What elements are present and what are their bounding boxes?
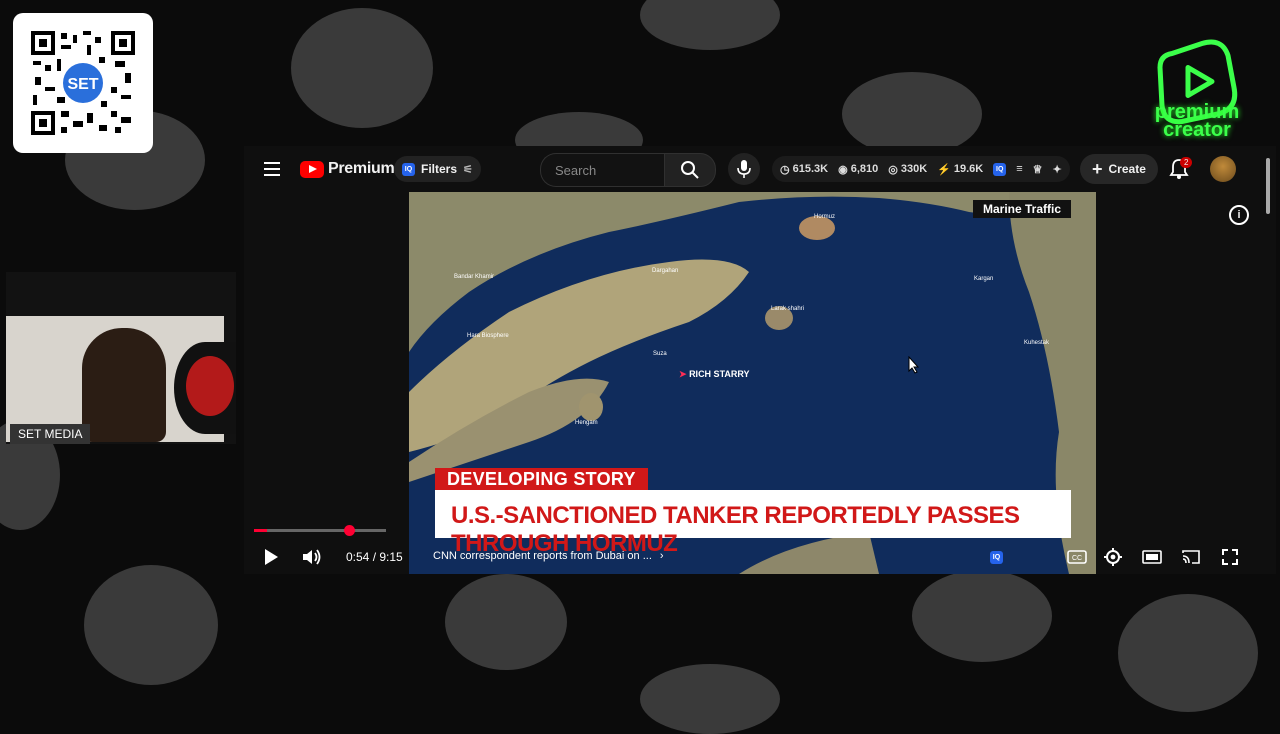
- lower-third-tag: DEVELOPING STORY: [435, 468, 648, 491]
- svg-text:CC: CC: [1072, 555, 1082, 562]
- youtube-window: Premium IQ Filters ⚟ Search ◷ 615.3K ◉ 6,8…: [244, 146, 1276, 574]
- sparkle-icon[interactable]: ✦: [1053, 163, 1062, 176]
- chevron-right-icon: ›: [659, 550, 664, 562]
- filters-label: Filters: [421, 162, 458, 176]
- stat-live-viewers: ◉ 6,810: [838, 163, 878, 176]
- eye-icon: ◉: [838, 163, 848, 176]
- svg-text:Dargahan: Dargahan: [652, 268, 678, 274]
- menu-icon[interactable]: [264, 162, 280, 176]
- scrollbar-thumb[interactable]: [1266, 158, 1270, 214]
- svg-text:SET: SET: [67, 76, 98, 93]
- marine-traffic-label: Marine Traffic: [973, 200, 1072, 218]
- coins-icon: ⚡: [937, 163, 951, 176]
- search-placeholder: Search: [555, 162, 597, 178]
- background-blob: [640, 664, 780, 734]
- webcam-label: SET MEDIA: [10, 424, 91, 444]
- svg-text:Kuhestak: Kuhestak: [1024, 340, 1050, 346]
- search-icon: [681, 161, 699, 179]
- top-bar: Premium IQ Filters ⚟ Search ◷ 615.3K ◉ 6,8…: [244, 146, 1276, 192]
- background-blob: [912, 570, 1052, 662]
- svg-text:Hengam: Hengam: [575, 420, 598, 426]
- stat-coins: ⚡ 19.6K: [937, 163, 983, 176]
- svg-text:Suza: Suza: [653, 351, 667, 357]
- progress-fill: [254, 529, 267, 532]
- set-media-logo: [174, 342, 236, 434]
- logo-text: Premium: [328, 160, 395, 177]
- background-blob: [842, 72, 982, 156]
- play-icon[interactable]: [260, 546, 282, 568]
- webcam-overlay: [6, 272, 236, 444]
- chapter-title-text: CNN correspondent reports from Dubai on …: [433, 550, 652, 562]
- sliders-icon: ⚟: [463, 163, 473, 176]
- stat-watch-time: ◷ 615.3K: [780, 163, 828, 176]
- progress-scrubber[interactable]: [344, 525, 355, 536]
- stat-value: 330K: [900, 163, 928, 175]
- cast-icon[interactable]: [1180, 546, 1202, 568]
- trophy-icon[interactable]: ♕: [1033, 163, 1043, 176]
- scrollbar[interactable]: [1264, 150, 1272, 570]
- channel-stats[interactable]: ◷ 615.3K ◉ 6,810 ◎ 330K ⚡ 19.6K IQ ≡ ♕ ✦: [772, 156, 1070, 182]
- background-blob: [291, 8, 433, 128]
- person-video: [82, 328, 166, 442]
- ship-icon: ➤: [679, 369, 687, 379]
- cursor-icon: [908, 356, 920, 374]
- badge-line-2: creator: [1163, 119, 1231, 141]
- filters-button[interactable]: IQ Filters ⚟: [394, 156, 481, 182]
- background-blob: [640, 0, 780, 50]
- background-blob: [445, 574, 567, 670]
- youtube-premium-logo[interactable]: Premium: [300, 160, 395, 178]
- svg-text:Bandar Khamir: Bandar Khamir: [454, 274, 494, 280]
- premium-creator-badge: premium creator: [1136, 102, 1258, 141]
- background-blob: [1118, 594, 1258, 712]
- voice-search-button[interactable]: [728, 153, 760, 185]
- stat-views: ◎ 330K: [888, 163, 927, 176]
- lower-third-headline-box: U.S.-SANCTIONED TANKER REPORTEDLY PASSES…: [435, 490, 1071, 557]
- info-icon[interactable]: i: [1229, 205, 1249, 225]
- create-label: Create: [1108, 162, 1146, 176]
- progress-bar[interactable]: [254, 525, 386, 536]
- views-icon: ◎: [888, 163, 898, 176]
- stat-value: 19.6K: [953, 163, 984, 175]
- iq-icon[interactable]: IQ: [990, 551, 1003, 564]
- qr-code: SET: [13, 13, 153, 153]
- volume-icon[interactable]: [300, 546, 322, 568]
- plus-icon: +: [1092, 159, 1103, 179]
- svg-text:Hara Biosphere: Hara Biosphere: [467, 333, 509, 339]
- settings-gear-icon[interactable]: [1102, 546, 1124, 568]
- stat-value: 6,810: [850, 163, 879, 175]
- clock-icon: ◷: [780, 163, 790, 176]
- fullscreen-icon[interactable]: [1219, 546, 1241, 568]
- chapter-title[interactable]: CNN correspondent reports from Dubai on …: [433, 550, 664, 562]
- ship-marker: ➤ RICH STARRY: [679, 369, 750, 380]
- avatar[interactable]: [1210, 156, 1236, 182]
- svg-text:Larak shahri: Larak shahri: [771, 306, 804, 312]
- list-icon[interactable]: ≡: [1016, 163, 1022, 175]
- microphone-icon: [737, 160, 751, 178]
- background-blob: [84, 565, 218, 685]
- search-input[interactable]: Search: [540, 153, 679, 187]
- time-display: 0:54 / 9:15: [346, 550, 403, 564]
- search-button[interactable]: [664, 153, 716, 187]
- svg-text:Hormuz: Hormuz: [814, 214, 835, 220]
- svg-text:Kargan: Kargan: [974, 276, 993, 282]
- stat-value: 615.3K: [792, 163, 829, 175]
- player-controls: 0:54 / 9:15 CNN correspondent reports fr…: [244, 541, 1276, 573]
- iq-icon[interactable]: IQ: [993, 162, 1007, 176]
- notification-count-badge: 2: [1180, 157, 1193, 168]
- theater-mode-icon[interactable]: [1141, 546, 1163, 568]
- youtube-logo-icon: [300, 160, 324, 178]
- ship-label: RICH STARRY: [689, 369, 750, 379]
- create-button[interactable]: + Create: [1080, 154, 1158, 184]
- captions-icon[interactable]: CC: [1066, 546, 1088, 568]
- iq-icon: IQ: [402, 162, 415, 176]
